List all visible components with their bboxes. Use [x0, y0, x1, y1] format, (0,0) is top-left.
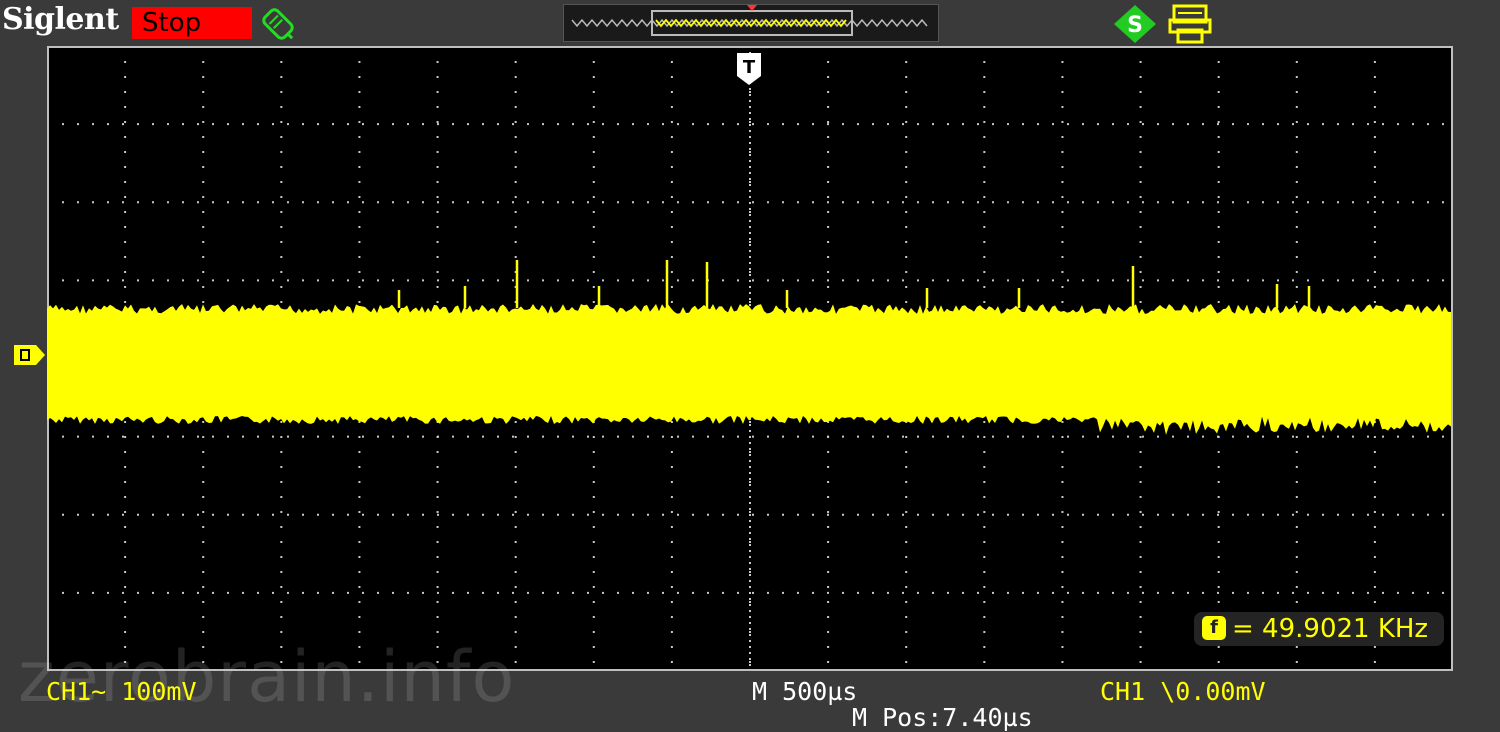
top-status-bar: Siglent Stop S	[0, 0, 1500, 46]
frequency-value: = 49.9021 KHz	[1232, 614, 1429, 644]
printer-icon	[1168, 4, 1212, 44]
ch1-trace	[47, 260, 1451, 435]
brand-logo: Siglent	[2, 2, 119, 37]
timebase-readout[interactable]: M 500µs	[752, 677, 857, 706]
svg-text:T: T	[743, 57, 756, 78]
run-status-badge[interactable]: Stop	[132, 7, 252, 39]
ch1-vertical-scale[interactable]: CH1~ 100mV	[46, 677, 197, 706]
trigger-level-readout[interactable]: CH1 \0.00mV	[1100, 677, 1266, 706]
trigger-position-indicator	[563, 4, 939, 42]
probe-icon	[262, 8, 294, 40]
frequency-measurement: f = 49.9021 KHz	[1194, 612, 1444, 646]
trigger-time-marker[interactable]: T	[736, 52, 762, 86]
horizontal-position-readout: M Pos:7.40µs	[852, 703, 1033, 732]
ch1-ground-marker[interactable]	[14, 344, 46, 366]
usb-icon: S	[1114, 5, 1156, 43]
svg-text:S: S	[1127, 13, 1143, 38]
frequency-icon: f	[1202, 615, 1226, 640]
waveform-display[interactable]	[47, 46, 1453, 671]
